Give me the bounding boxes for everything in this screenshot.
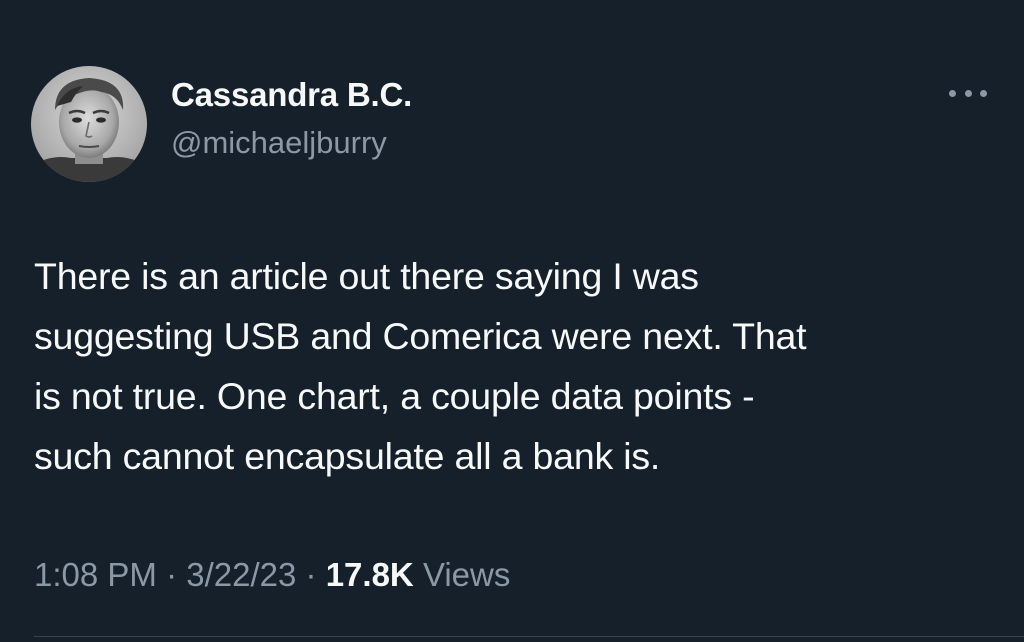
more-horizontal-icon-dot xyxy=(964,89,972,97)
tweet-text: There is an article out there saying I w… xyxy=(34,246,994,486)
tweet-card: Cassandra B.C. @michaeljburry There is a… xyxy=(0,0,1024,642)
views-count: 17.8K xyxy=(325,556,423,593)
tweet-time[interactable]: 1:08 PM xyxy=(34,556,157,593)
meta-separator: · xyxy=(166,556,187,593)
tweet-text-line: is not true. One chart, a couple data po… xyxy=(34,375,755,417)
avatar[interactable] xyxy=(31,66,147,182)
more-horizontal-icon-dot xyxy=(980,89,987,97)
tweet-meta: 1:08 PM · 3/22/23 · 17.8K Views xyxy=(34,556,510,594)
author-display-name[interactable]: Cassandra B.C. xyxy=(171,76,412,114)
more-options-button[interactable] xyxy=(946,80,990,106)
author-handle[interactable]: @michaeljburry xyxy=(171,125,387,161)
more-horizontal-icon xyxy=(949,89,956,97)
avatar-image xyxy=(31,66,147,182)
tweet-text-line: suggesting USB and Comerica were next. T… xyxy=(34,315,807,357)
divider xyxy=(34,636,1024,637)
meta-separator: · xyxy=(305,556,326,593)
views-label: Views xyxy=(422,556,511,593)
tweet-text-line: such cannot encapsulate all a bank is. xyxy=(34,435,661,477)
tweet-date[interactable]: 3/22/23 xyxy=(186,556,296,593)
tweet-text-line: There is an article out there saying I w… xyxy=(34,255,699,297)
